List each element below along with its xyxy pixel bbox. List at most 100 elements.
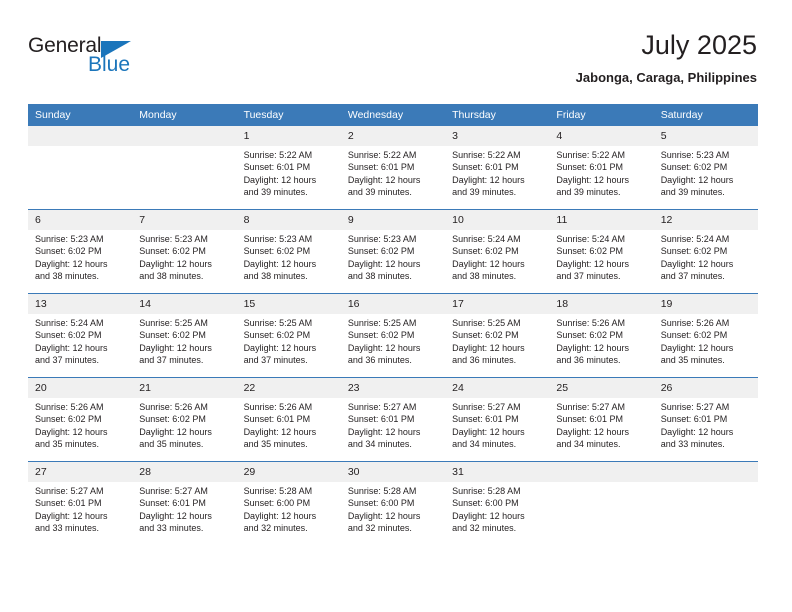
day-detail-line: and 39 minutes. bbox=[243, 187, 308, 198]
calendar-day-cell[interactable]: 25 Sunrise: 5:27 AM Sunset: 6:01 PM Dayligh… bbox=[549, 377, 654, 462]
day-sun-details: Sunrise: 5:25 AM Sunset: 6:02 PM Daylight:… bbox=[237, 314, 341, 367]
day-detail-line: and 37 minutes. bbox=[660, 271, 725, 282]
calendar-day-cell[interactable]: 30 Sunrise: 5:28 AM Sunset: 6:00 PM Dayligh… bbox=[340, 461, 446, 545]
day-detail-line: and 33 minutes. bbox=[660, 439, 725, 450]
day-detail-line: Sunrise: 5:23 AM bbox=[243, 234, 313, 244]
day-detail-line: Daylight: 12 hours bbox=[452, 342, 525, 353]
calendar-day-cell[interactable]: 28 Sunrise: 5:27 AM Sunset: 6:01 PM Dayligh… bbox=[132, 461, 237, 545]
day-cell-inner: 9 Sunrise: 5:23 AM Sunset: 6:02 PM Daylight… bbox=[340, 210, 446, 293]
calendar-day-cell[interactable]: 26 Sunrise: 5:27 AM Sunset: 6:01 PM Dayligh… bbox=[653, 377, 758, 462]
day-detail-line: Sunset: 6:01 PM bbox=[243, 414, 311, 425]
day-detail-line: Daylight: 12 hours bbox=[243, 258, 317, 269]
calendar-day-cell[interactable]: 18 Sunrise: 5:26 AM Sunset: 6:02 PM Dayligh… bbox=[549, 293, 654, 378]
calendar-day-cell[interactable]: 19 Sunrise: 5:26 AM Sunset: 6:02 PM Dayligh… bbox=[653, 293, 758, 378]
day-sun-details: Sunrise: 5:24 AM Sunset: 6:02 PM Daylight:… bbox=[654, 230, 758, 283]
day-cell-inner: 15 Sunrise: 5:25 AM Sunset: 6:02 PM Dayligh… bbox=[236, 294, 341, 377]
page-title: July 2025 bbox=[641, 30, 757, 60]
day-cell-inner: 25 Sunrise: 5:27 AM Sunset: 6:01 PM Dayligh… bbox=[549, 378, 654, 461]
day-detail-line: and 38 minutes. bbox=[347, 271, 412, 282]
calendar-week-row: 6 Sunrise: 5:23 AM Sunset: 6:02 PM Daylight… bbox=[28, 209, 758, 294]
calendar-day-cell[interactable]: 11 Sunrise: 5:24 AM Sunset: 6:02 PM Dayligh… bbox=[549, 209, 654, 294]
day-detail-line: Sunset: 6:02 PM bbox=[347, 330, 415, 341]
day-sun-details: Sunrise: 5:26 AM Sunset: 6:02 PM Daylight:… bbox=[132, 398, 236, 451]
day-sun-details: Sunrise: 5:26 AM Sunset: 6:02 PM Daylight:… bbox=[28, 398, 132, 451]
month-calendar: Sunday Monday Tuesday Wednesday Thursday Frid… bbox=[28, 104, 758, 545]
calendar-day-cell[interactable]: 27 Sunrise: 5:27 AM Sunset: 6:01 PM Dayligh… bbox=[28, 461, 133, 545]
day-cell-inner: 20 Sunrise: 5:26 AM Sunset: 6:02 PM Dayligh… bbox=[28, 378, 133, 461]
calendar-day-cell[interactable]: 6 Sunrise: 5:23 AM Sunset: 6:02 PM Daylight… bbox=[28, 209, 133, 294]
day-cell-inner: 14 Sunrise: 5:25 AM Sunset: 6:02 PM Dayligh… bbox=[132, 294, 237, 377]
calendar-day-cell[interactable]: 13 Sunrise: 5:24 AM Sunset: 6:02 PM Dayligh… bbox=[28, 293, 133, 378]
calendar-day-cell[interactable]: 2 Sunrise: 5:22 AM Sunset: 6:01 PM Daylight… bbox=[340, 126, 446, 210]
title-block: July 2025 Jabonga, Caraga, Philippines bbox=[576, 28, 757, 86]
day-sun-details: Sunrise: 5:28 AM Sunset: 6:00 PM Daylight:… bbox=[445, 482, 549, 535]
day-cell-inner: 4 Sunrise: 5:22 AM Sunset: 6:01 PM Daylight… bbox=[549, 126, 654, 209]
day-detail-line: Sunrise: 5:28 AM bbox=[243, 486, 313, 496]
day-detail-line: Sunrise: 5:24 AM bbox=[556, 234, 625, 244]
day-number: 20 bbox=[28, 378, 133, 398]
calendar-day-cell[interactable]: 22 Sunrise: 5:26 AM Sunset: 6:01 PM Dayligh… bbox=[236, 377, 341, 462]
day-number: 26 bbox=[653, 378, 758, 398]
calendar-day-cell[interactable]: 16 Sunrise: 5:25 AM Sunset: 6:02 PM Dayligh… bbox=[340, 293, 446, 378]
day-number bbox=[28, 126, 133, 146]
day-number: 11 bbox=[549, 210, 654, 230]
day-sun-details: Sunrise: 5:28 AM Sunset: 6:00 PM Daylight:… bbox=[341, 482, 445, 535]
day-sun-details: Sunrise: 5:23 AM Sunset: 6:02 PM Daylight:… bbox=[28, 230, 132, 283]
day-number: 14 bbox=[132, 294, 237, 314]
day-detail-line: and 38 minutes. bbox=[139, 271, 204, 282]
calendar-day-cell[interactable]: 29 Sunrise: 5:28 AM Sunset: 6:00 PM Dayligh… bbox=[236, 461, 341, 545]
day-detail-line: Sunrise: 5:22 AM bbox=[243, 150, 313, 160]
day-cell-inner: 27 Sunrise: 5:27 AM Sunset: 6:01 PM Dayligh… bbox=[28, 462, 133, 545]
day-detail-line: Sunrise: 5:26 AM bbox=[35, 402, 104, 412]
calendar-day-cell[interactable]: 23 Sunrise: 5:27 AM Sunset: 6:01 PM Dayligh… bbox=[340, 377, 446, 462]
calendar-day-cell[interactable]: 9 Sunrise: 5:23 AM Sunset: 6:02 PM Daylight… bbox=[340, 209, 446, 294]
calendar-day-cell[interactable]: 12 Sunrise: 5:24 AM Sunset: 6:02 PM Dayligh… bbox=[653, 209, 758, 294]
calendar-day-cell[interactable]: 7 Sunrise: 5:23 AM Sunset: 6:02 PM Daylight… bbox=[132, 209, 237, 294]
calendar-day-cell[interactable]: 17 Sunrise: 5:25 AM Sunset: 6:02 PM Dayligh… bbox=[445, 293, 550, 378]
calendar-day-cell[interactable]: 24 Sunrise: 5:27 AM Sunset: 6:01 PM Dayligh… bbox=[445, 377, 550, 462]
calendar-day-cell[interactable]: 10 Sunrise: 5:24 AM Sunset: 6:02 PM Dayligh… bbox=[445, 209, 550, 294]
day-sun-details: Sunrise: 5:27 AM Sunset: 6:01 PM Daylight:… bbox=[341, 398, 445, 451]
day-detail-line: and 35 minutes. bbox=[139, 439, 204, 450]
day-sun-details: Sunrise: 5:27 AM Sunset: 6:01 PM Daylight:… bbox=[28, 482, 132, 535]
calendar-day-cell[interactable]: 14 Sunrise: 5:25 AM Sunset: 6:02 PM Dayligh… bbox=[132, 293, 237, 378]
weekday-header-thursday: Thursday bbox=[445, 104, 550, 126]
day-detail-line: Sunset: 6:01 PM bbox=[452, 414, 519, 425]
calendar-day-cell[interactable]: 5 Sunrise: 5:23 AM Sunset: 6:02 PM Daylight… bbox=[653, 126, 758, 210]
calendar-day-cell[interactable]: 1 Sunrise: 5:22 AM Sunset: 6:01 PM Daylight… bbox=[236, 126, 341, 210]
day-detail-line: Daylight: 12 hours bbox=[556, 174, 629, 185]
day-detail-line: Sunset: 6:02 PM bbox=[139, 246, 206, 257]
day-detail-line: Sunrise: 5:22 AM bbox=[556, 150, 625, 160]
day-detail-line: Daylight: 12 hours bbox=[347, 342, 421, 353]
day-detail-line: Sunset: 6:02 PM bbox=[139, 330, 206, 341]
day-detail-line: Sunrise: 5:25 AM bbox=[139, 318, 208, 328]
day-detail-line: Sunset: 6:02 PM bbox=[556, 330, 623, 341]
weekday-header-monday: Monday bbox=[132, 104, 237, 126]
day-cell-inner bbox=[132, 126, 237, 209]
calendar-day-cell[interactable]: 20 Sunrise: 5:26 AM Sunset: 6:02 PM Dayligh… bbox=[28, 377, 133, 462]
day-detail-line: Sunset: 6:01 PM bbox=[347, 162, 415, 173]
day-number: 8 bbox=[236, 210, 341, 230]
day-number: 12 bbox=[653, 210, 758, 230]
day-detail-line: Sunrise: 5:28 AM bbox=[452, 486, 521, 496]
calendar-day-cell[interactable]: 4 Sunrise: 5:22 AM Sunset: 6:01 PM Daylight… bbox=[549, 126, 654, 210]
day-detail-line: Sunset: 6:01 PM bbox=[660, 414, 728, 425]
general-blue-logo[interactable]: General Blue bbox=[28, 34, 208, 86]
day-number: 28 bbox=[132, 462, 237, 482]
calendar-day-cell[interactable]: 3 Sunrise: 5:22 AM Sunset: 6:01 PM Daylight… bbox=[445, 126, 550, 210]
day-detail-line: and 39 minutes. bbox=[660, 187, 725, 198]
day-detail-line: Sunrise: 5:22 AM bbox=[347, 150, 417, 160]
calendar-day-cell[interactable]: 8 Sunrise: 5:23 AM Sunset: 6:02 PM Daylight… bbox=[236, 209, 341, 294]
day-detail-line: Sunset: 6:02 PM bbox=[139, 414, 206, 425]
day-sun-details: Sunrise: 5:27 AM Sunset: 6:01 PM Daylight:… bbox=[445, 398, 549, 451]
calendar-day-cell[interactable]: 15 Sunrise: 5:25 AM Sunset: 6:02 PM Dayligh… bbox=[236, 293, 341, 378]
day-cell-inner: 7 Sunrise: 5:23 AM Sunset: 6:02 PM Daylight… bbox=[132, 210, 237, 293]
calendar-day-cell[interactable]: 31 Sunrise: 5:28 AM Sunset: 6:00 PM Dayligh… bbox=[445, 461, 550, 545]
weekday-header-friday: Friday bbox=[549, 104, 654, 126]
day-detail-line: Daylight: 12 hours bbox=[660, 174, 734, 185]
day-number: 29 bbox=[236, 462, 341, 482]
calendar-day-cell-empty bbox=[28, 126, 133, 210]
calendar-day-cell[interactable]: 21 Sunrise: 5:26 AM Sunset: 6:02 PM Dayligh… bbox=[132, 377, 237, 462]
day-detail-line: Sunrise: 5:23 AM bbox=[35, 234, 104, 244]
day-detail-line: and 39 minutes. bbox=[556, 187, 621, 198]
